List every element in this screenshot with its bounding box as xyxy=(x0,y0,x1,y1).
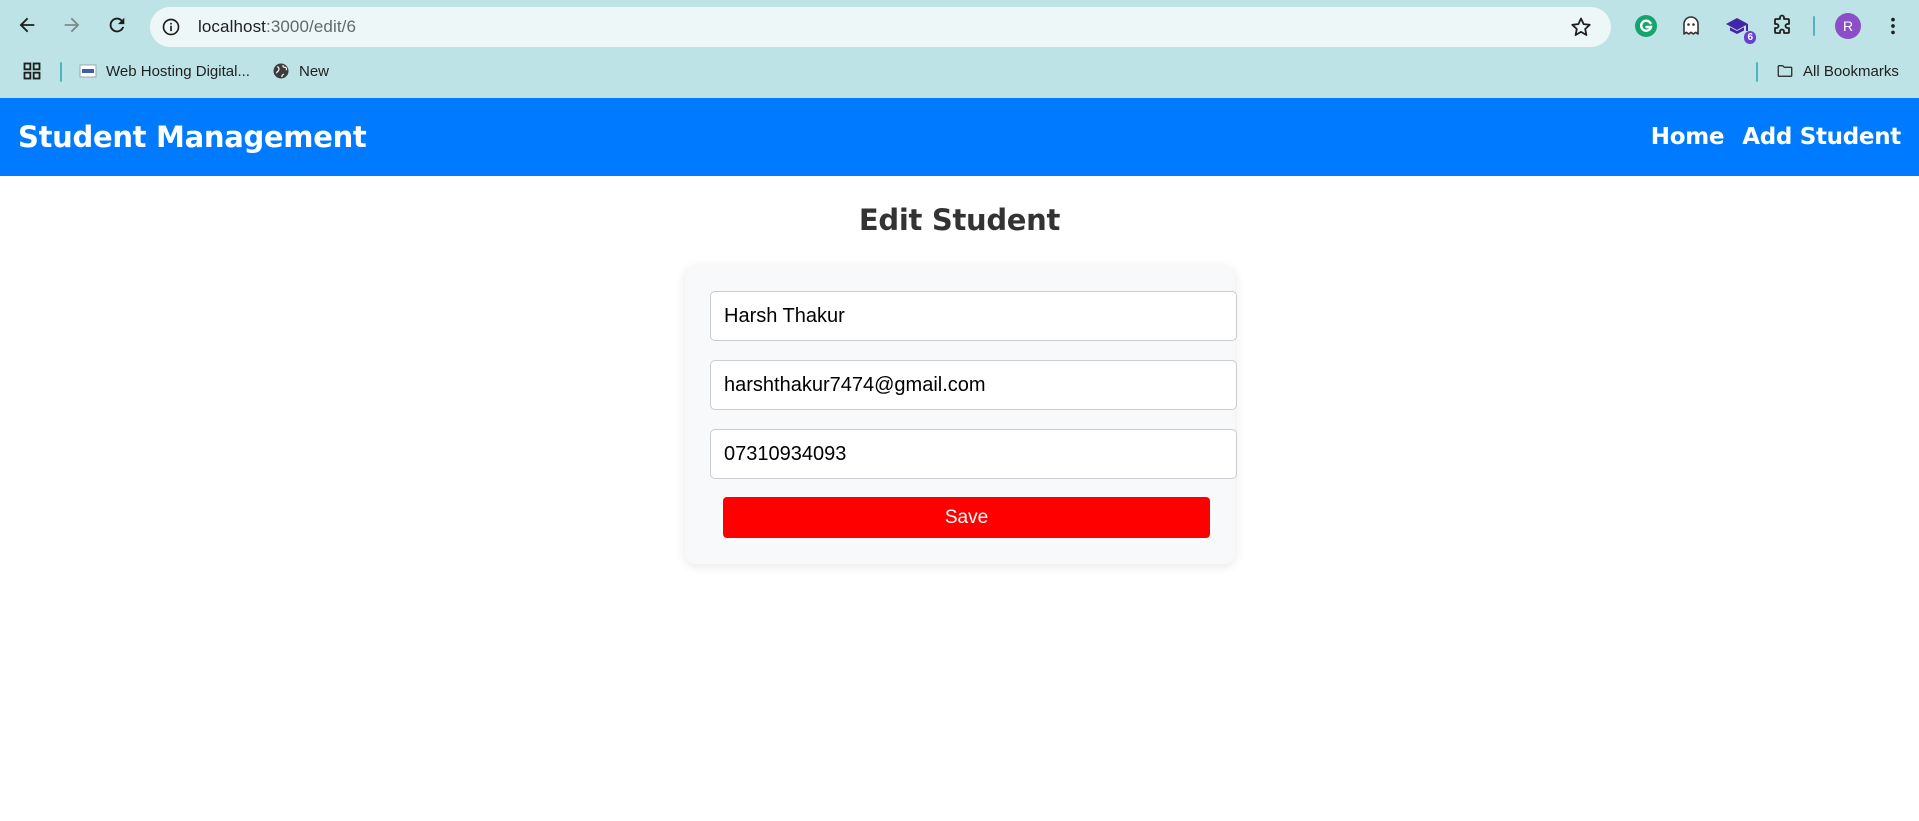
browser-chrome: localhost:3000/edit/6 6 R Web Hosting Di… xyxy=(0,0,1919,98)
extension-badge: 6 xyxy=(1744,31,1756,44)
grammarly-extension-icon[interactable] xyxy=(1632,12,1660,40)
bookmarks-divider xyxy=(60,62,62,82)
bookmark-label: New xyxy=(299,62,330,80)
url-text[interactable]: localhost:3000/edit/6 xyxy=(198,17,356,37)
ghost-extension-icon[interactable] xyxy=(1677,12,1705,40)
page-title: Edit Student xyxy=(858,203,1061,237)
reload-button[interactable] xyxy=(98,6,136,44)
url-path: :3000/edit/6 xyxy=(266,17,357,36)
url-host: localhost xyxy=(198,17,266,36)
extensions-puzzle-icon[interactable] xyxy=(1768,12,1796,40)
bookmark-label: Web Hosting Digital... xyxy=(106,62,250,80)
phone-input[interactable] xyxy=(710,429,1237,479)
forward-button[interactable] xyxy=(53,6,91,44)
back-button[interactable] xyxy=(8,6,46,44)
address-bar[interactable]: localhost:3000/edit/6 xyxy=(150,7,1611,47)
globe-icon xyxy=(272,62,290,80)
brand-title[interactable]: Student Management xyxy=(18,120,367,154)
site-info-icon[interactable] xyxy=(154,10,188,44)
arrow-left-icon xyxy=(19,17,35,33)
app-navbar: Student Management Home Add Student xyxy=(0,98,1919,176)
reload-icon xyxy=(109,17,125,33)
all-bookmarks-button[interactable]: All Bookmarks xyxy=(1776,60,1899,82)
site-favicon-icon xyxy=(79,62,97,80)
nav-links: Home Add Student xyxy=(1651,124,1902,150)
menu-kebab-icon[interactable] xyxy=(1879,12,1907,40)
bookmarks-divider-right xyxy=(1756,62,1758,82)
email-input[interactable] xyxy=(710,360,1237,410)
bookmark-star-icon[interactable] xyxy=(1569,15,1593,39)
browser-toolbar: localhost:3000/edit/6 6 R xyxy=(0,0,1919,52)
nav-link-add-student[interactable]: Add Student xyxy=(1742,124,1901,150)
bookmark-item[interactable]: New xyxy=(272,60,329,82)
arrow-right-icon xyxy=(64,17,80,33)
bookmarks-bar: Web Hosting Digital... New All Bookmarks xyxy=(0,52,1919,90)
folder-icon xyxy=(1776,62,1794,80)
toolbar-divider xyxy=(1813,16,1815,36)
bookmark-item[interactable]: Web Hosting Digital... xyxy=(79,60,250,82)
profile-avatar[interactable]: R xyxy=(1835,13,1861,39)
edit-student-form: Save xyxy=(685,266,1237,564)
nav-link-home[interactable]: Home xyxy=(1651,124,1725,150)
name-input[interactable] xyxy=(710,291,1237,341)
apps-grid-icon[interactable] xyxy=(22,60,42,82)
all-bookmarks-label: All Bookmarks xyxy=(1803,62,1899,80)
save-button[interactable]: Save xyxy=(723,497,1210,538)
graduation-cap-extension-icon[interactable]: 6 xyxy=(1723,12,1756,44)
